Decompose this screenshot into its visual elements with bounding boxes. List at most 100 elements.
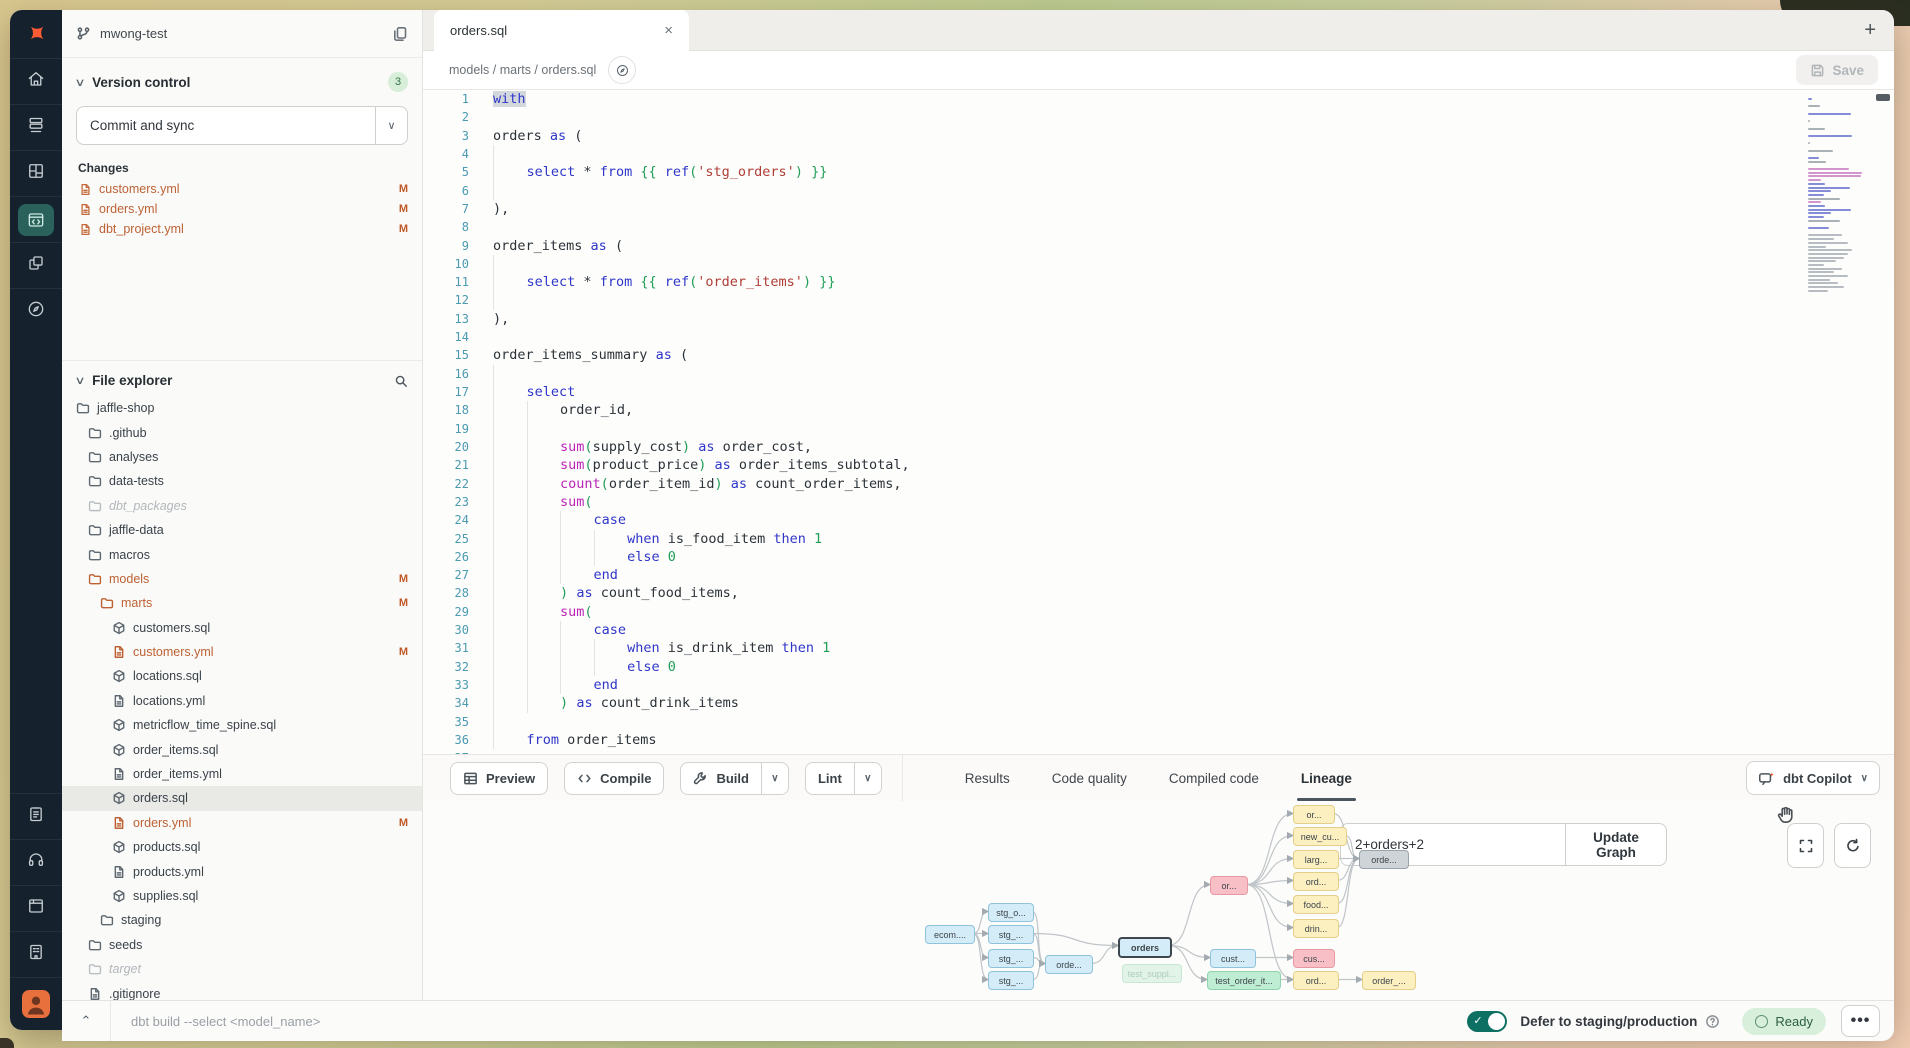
code-line[interactable]: 2 bbox=[423, 108, 1894, 126]
code-line[interactable]: 21sum(product_price) as order_items_subt… bbox=[423, 456, 1894, 474]
dbt-command-input[interactable] bbox=[129, 1013, 553, 1030]
lineage-node-stg_o[interactable]: stg_o... bbox=[988, 903, 1034, 922]
rail-item-home[interactable] bbox=[10, 58, 62, 104]
lineage-node-new_cu[interactable]: new_cu... bbox=[1293, 827, 1347, 846]
rail-item-grid[interactable] bbox=[10, 150, 62, 196]
tree-item-supplies.sql[interactable]: supplies.sql bbox=[62, 884, 422, 908]
code-line[interactable]: 33end bbox=[423, 676, 1894, 694]
lineage-node-order_[interactable]: order_... bbox=[1362, 971, 1416, 990]
rail-item-code-editor[interactable] bbox=[10, 196, 62, 242]
tree-item-orders.yml[interactable]: orders.ymlM bbox=[62, 811, 422, 835]
more-options-button[interactable]: ••• bbox=[1841, 1005, 1880, 1037]
lineage-node-ecom[interactable]: ecom.... bbox=[925, 925, 975, 944]
lineage-graph-panel[interactable]: Update Graph ecom....stg_o...stg_...stg_… bbox=[423, 801, 1894, 1030]
tree-item-data-tests[interactable]: data-tests bbox=[62, 469, 422, 493]
code-line[interactable]: 9order_items as ( bbox=[423, 237, 1894, 255]
code-line[interactable]: 1with bbox=[423, 90, 1894, 108]
lineage-node-ord[interactable]: ord... bbox=[1293, 971, 1339, 990]
tree-item-order_items.sql[interactable]: order_items.sql bbox=[62, 737, 422, 761]
tree-item-models[interactable]: modelsM bbox=[62, 567, 422, 591]
tree-item-metricflow_time_spine.sql[interactable]: metricflow_time_spine.sql bbox=[62, 713, 422, 737]
scrollbar-thumb[interactable] bbox=[1876, 94, 1890, 101]
lineage-node-cust[interactable]: cust... bbox=[1210, 949, 1256, 968]
dbt-copilot-button[interactable]: dbt Copilot ∨ bbox=[1746, 761, 1880, 795]
lineage-node-larg[interactable]: larg... bbox=[1293, 850, 1339, 869]
dbt-logo[interactable] bbox=[10, 10, 62, 58]
user-avatar[interactable] bbox=[10, 977, 62, 1030]
rail-item-compass[interactable] bbox=[10, 288, 62, 334]
code-line[interactable]: 28) as count_food_items, bbox=[423, 584, 1894, 602]
search-icon[interactable] bbox=[394, 374, 408, 388]
tree-item-jaffle-data[interactable]: jaffle-data bbox=[62, 518, 422, 542]
tree-item-.github[interactable]: .github bbox=[62, 420, 422, 444]
lineage-node-orde[interactable]: orde... bbox=[1359, 850, 1409, 869]
code-line[interactable]: 25when is_food_item then 1 bbox=[423, 530, 1894, 548]
preview-button[interactable]: Preview bbox=[450, 762, 548, 795]
lineage-node-food[interactable]: food... bbox=[1293, 895, 1339, 914]
code-line[interactable]: 19 bbox=[423, 420, 1894, 438]
copy-docs-icon[interactable] bbox=[392, 26, 408, 42]
code-line[interactable]: 37 bbox=[423, 749, 1894, 754]
code-line[interactable]: 12 bbox=[423, 291, 1894, 309]
rail-item-layers[interactable] bbox=[10, 104, 62, 150]
code-line[interactable]: 5select * from {{ ref('stg_orders') }} bbox=[423, 163, 1894, 181]
rail-item-headset[interactable] bbox=[10, 839, 62, 885]
chevron-down-icon[interactable]: ∨ bbox=[74, 374, 85, 387]
help-icon[interactable] bbox=[1705, 1014, 1720, 1029]
tree-item-marts[interactable]: martsM bbox=[62, 591, 422, 615]
lineage-node-stg_[interactable]: stg_... bbox=[988, 949, 1034, 968]
code-line[interactable]: 22count(order_item_id) as count_order_it… bbox=[423, 475, 1894, 493]
code-line[interactable]: 11select * from {{ ref('order_items') }} bbox=[423, 273, 1894, 291]
code-line[interactable]: 36from order_items bbox=[423, 731, 1894, 749]
defer-toggle[interactable]: ✓ bbox=[1467, 1011, 1507, 1032]
panel-tab-lineage[interactable]: Lineage bbox=[1301, 755, 1352, 801]
save-button[interactable]: Save bbox=[1796, 55, 1878, 85]
lineage-node-stg_[interactable]: stg_... bbox=[988, 971, 1034, 990]
lineage-node-or[interactable]: or... bbox=[1210, 876, 1248, 895]
lineage-node-ord[interactable]: ord... bbox=[1293, 872, 1339, 891]
lineage-node-orders[interactable]: orders bbox=[1118, 937, 1172, 958]
tab-orders-sql[interactable]: orders.sql × bbox=[434, 10, 689, 51]
code-line[interactable]: 34) as count_drink_items bbox=[423, 694, 1894, 712]
tree-item-analyses[interactable]: analyses bbox=[62, 445, 422, 469]
code-line[interactable]: 4 bbox=[423, 145, 1894, 163]
tree-item-orders.sql[interactable]: orders.sql bbox=[62, 786, 422, 810]
compile-button[interactable]: Compile bbox=[564, 762, 664, 795]
code-line[interactable]: 35 bbox=[423, 713, 1894, 731]
lineage-node-drin[interactable]: drin... bbox=[1293, 919, 1339, 938]
rail-item-kiosk[interactable] bbox=[10, 931, 62, 977]
code-line[interactable]: 26else 0 bbox=[423, 548, 1894, 566]
code-editor[interactable]: 1with23orders as (45select * from {{ ref… bbox=[423, 90, 1894, 754]
rail-item-browser[interactable] bbox=[10, 885, 62, 931]
code-line[interactable]: 27end bbox=[423, 566, 1894, 584]
code-line[interactable]: 18order_id, bbox=[423, 401, 1894, 419]
code-line[interactable]: 8 bbox=[423, 218, 1894, 236]
minimap[interactable] bbox=[1808, 98, 1870, 293]
code-line[interactable]: 6 bbox=[423, 182, 1894, 200]
code-line[interactable]: 24case bbox=[423, 511, 1894, 529]
panel-tab-results[interactable]: Results bbox=[965, 755, 1010, 801]
tree-item-dbt_packages[interactable]: dbt_packages bbox=[62, 494, 422, 518]
code-line[interactable]: 29sum( bbox=[423, 603, 1894, 621]
code-line[interactable]: 17select bbox=[423, 383, 1894, 401]
expand-command-bar-button[interactable]: ⌃ bbox=[62, 1013, 110, 1029]
commit-dropdown[interactable]: ∨ bbox=[375, 107, 407, 144]
explore-lineage-button[interactable] bbox=[608, 56, 636, 84]
build-button[interactable]: Build∨ bbox=[680, 762, 789, 795]
chevron-down-icon[interactable]: ∨ bbox=[74, 76, 85, 89]
lineage-node-stg_[interactable]: stg_... bbox=[988, 925, 1034, 944]
code-line[interactable]: 13), bbox=[423, 310, 1894, 328]
panel-tab-compiled-code[interactable]: Compiled code bbox=[1169, 755, 1259, 801]
code-line[interactable]: 3orders as ( bbox=[423, 127, 1894, 145]
lint-button[interactable]: Lint∨ bbox=[805, 762, 882, 795]
tree-item-locations.yml[interactable]: locations.yml bbox=[62, 689, 422, 713]
code-line[interactable]: 15order_items_summary as ( bbox=[423, 346, 1894, 364]
rail-item-clipboard[interactable] bbox=[10, 793, 62, 839]
lineage-node-test_suppl[interactable]: test_suppl... bbox=[1122, 964, 1182, 983]
new-tab-button[interactable]: + bbox=[1864, 19, 1876, 42]
tree-item-products.sql[interactable]: products.sql bbox=[62, 835, 422, 859]
rail-item-windows[interactable] bbox=[10, 242, 62, 288]
code-line[interactable]: 23sum( bbox=[423, 493, 1894, 511]
code-line[interactable]: 30case bbox=[423, 621, 1894, 639]
changed-file-customers.yml[interactable]: customers.ymlM bbox=[62, 179, 422, 199]
